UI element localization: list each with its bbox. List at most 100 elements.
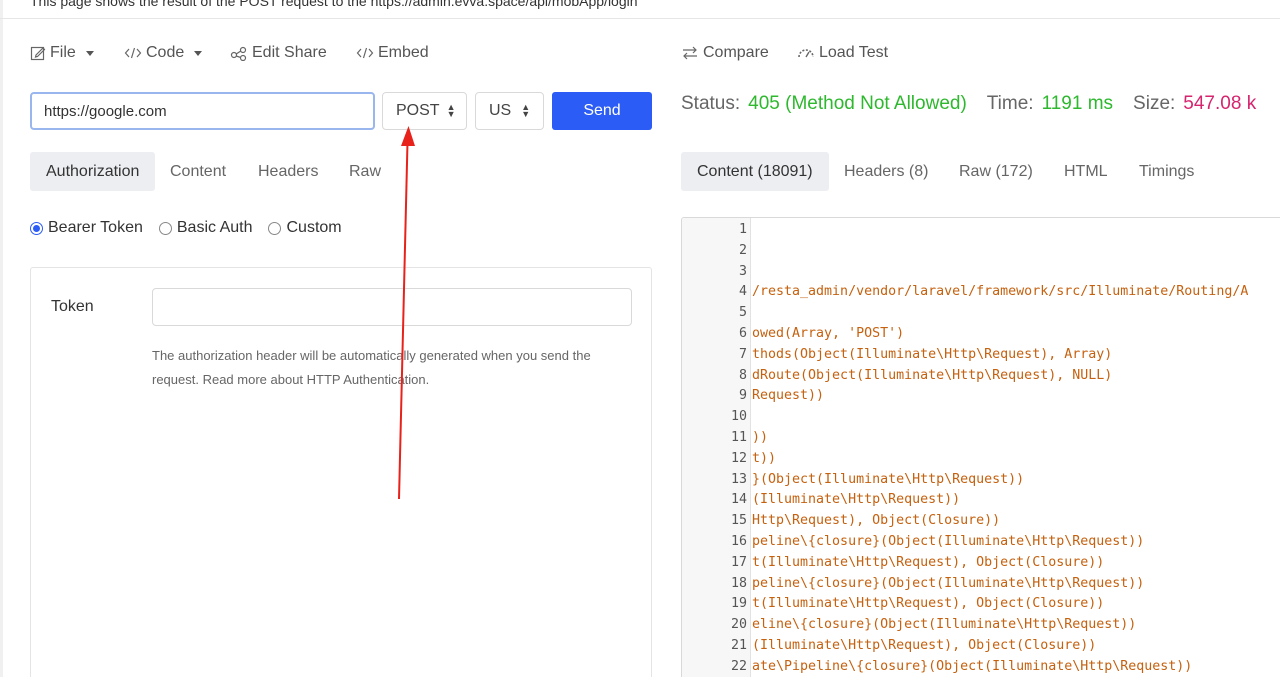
response-code-viewer[interactable]: 1 2 3 4/resta_admin/vendor/laravel/framewor… (681, 217, 1280, 677)
code-line-text: peline\{closure}(Object(Illuminate\Http\… (752, 534, 1145, 549)
line-number: 18 (730, 575, 747, 591)
line-number: 6 (738, 326, 747, 341)
tab-raw[interactable]: Raw (349, 152, 381, 191)
edit-share-label: Edit Share (252, 44, 327, 61)
compare-arrows-icon (683, 46, 697, 60)
line-number: 19 (730, 596, 747, 612)
code-line-text: /resta_admin/vendor/laravel/framework/sr… (752, 284, 1249, 300)
speedometer-icon (798, 49, 814, 58)
auth-type-radio-group: Bearer Token Basic Auth Custom (30, 219, 358, 237)
top-divider (0, 18, 1280, 19)
sort-arrows-icon: ▲ ▼ (446, 102, 456, 119)
code-line-text: Request)) (752, 388, 825, 404)
line-number: 7 (738, 346, 747, 362)
embed-button[interactable]: Embed (356, 44, 429, 62)
time-label: Time: (986, 93, 1034, 114)
code-line: 4/resta_admin/vendor/laravel/framework/s… (682, 284, 1248, 305)
radio-custom[interactable] (268, 221, 282, 235)
code-line-text: }(Object(Illuminate\Http\Request)) (752, 471, 1025, 487)
code-line: 11)) (682, 430, 768, 451)
code-line-text: Http\Request), Object(Closure)) (752, 513, 1001, 529)
code-line-text: ate\Pipeline\{closure}(Object(Illuminate… (752, 658, 1193, 674)
tab-response-raw[interactable]: Raw (172) (959, 152, 1033, 191)
tab-content[interactable]: Content (170, 152, 226, 191)
code-menu-label: Code (146, 44, 185, 61)
code-icon (356, 47, 374, 59)
code-line: 2 (682, 243, 752, 264)
edit-share-button[interactable]: Edit Share (230, 44, 327, 62)
radio-basic-auth-label[interactable]: Basic Auth (177, 219, 253, 237)
line-number: 12 (730, 450, 747, 466)
method-select[interactable]: POST ▲ ▼ (382, 92, 467, 130)
code-line: 19 t(Illuminate\Http\Request), Object(Clo… (682, 596, 1104, 617)
compare-button[interactable]: Compare (681, 44, 769, 62)
load-test-label: Load Test (819, 44, 889, 61)
radio-custom-label[interactable]: Custom (286, 219, 341, 237)
code-line: 12 t)) (682, 451, 776, 472)
time-value: 1191 ms (1041, 93, 1114, 114)
size-label: Size: (1133, 93, 1176, 114)
code-line: 15 Http\Request), Object(Closure)) (682, 513, 1000, 534)
code-line: 3 (682, 264, 752, 285)
line-number: 17 (730, 554, 747, 570)
auth-help-line-1: The authorization header will be automat… (152, 348, 591, 363)
load-test-button[interactable]: Load Test (797, 44, 888, 62)
send-button[interactable]: Send (552, 92, 652, 130)
code-line: 22 ate\Pipeline\{closure}(Object(Illumina… (682, 659, 1192, 677)
code-line: 17 t(Illuminate\Http\Request), Object(Clo… (682, 555, 1104, 576)
line-number: 2 (738, 242, 747, 258)
status-value: 405 (Method Not Allowed) (748, 93, 967, 114)
code-line: 18 peline\{closure}(Object(Illuminate\Htt… (682, 576, 1144, 597)
tab-response-html[interactable]: HTML (1064, 152, 1108, 191)
code-line-text: )) (752, 430, 769, 445)
line-number: 9 (738, 388, 747, 404)
region-select-value: US (489, 102, 512, 119)
code-line: 5 (682, 305, 752, 326)
line-number: 4 (738, 284, 747, 300)
radio-bearer-token[interactable] (30, 221, 43, 235)
code-line: 10 (682, 409, 752, 430)
code-line-text: (Illuminate\Http\Request)) (752, 492, 961, 508)
region-select[interactable]: US ▲ ▼ (475, 92, 544, 130)
line-number: 14 (730, 492, 747, 508)
line-number: 8 (738, 367, 747, 383)
file-menu-label: File (50, 44, 76, 61)
tab-response-timings[interactable]: Timings (1139, 152, 1194, 191)
code-line: 16 peline\{closure}(Object(Illuminate\Htt… (682, 534, 1144, 555)
line-number: 3 (738, 263, 747, 279)
embed-label: Embed (378, 44, 429, 61)
auth-help-text: The authorization header will be automat… (152, 344, 612, 392)
chevron-down-icon (85, 50, 94, 56)
share-icon (230, 46, 247, 61)
token-input[interactable] (152, 288, 632, 326)
code-line-text: eline\{closure}(Object(Illuminate\Http\R… (752, 617, 1137, 633)
tab-headers[interactable]: Headers (258, 152, 318, 191)
line-number: 15 (730, 513, 747, 529)
tab-response-headers[interactable]: Headers (8) (844, 152, 928, 191)
tab-response-content[interactable]: Content (18091) (681, 152, 829, 191)
tab-authorization[interactable]: Authorization (30, 152, 156, 191)
line-number: 21 (730, 638, 747, 653)
line-number: 10 (730, 409, 747, 425)
code-menu[interactable]: Code (124, 44, 203, 62)
code-line: 20 eline\{closure}(Object(Illuminate\Http… (682, 617, 1136, 638)
line-number: 20 (730, 617, 747, 633)
code-line: 21 (Illuminate\Http\Request), Object(Clos… (682, 638, 1096, 659)
auth-panel: Token The authorization header will be a… (30, 267, 652, 677)
radio-basic-auth[interactable] (158, 221, 172, 235)
line-number: 13 (730, 471, 747, 487)
radio-bearer-token-label[interactable]: Bearer Token (48, 219, 143, 237)
code-line-text: peline\{closure}(Object(Illuminate\Http\… (752, 575, 1145, 591)
url-input[interactable] (30, 92, 375, 130)
line-number: 16 (730, 534, 747, 549)
code-line-text: owed(Array, 'POST') (752, 326, 905, 341)
code-line: 14 (Illuminate\Http\Request)) (682, 492, 960, 513)
file-menu[interactable]: File (30, 44, 94, 62)
code-line-text: (Illuminate\Http\Request), Object(Closur… (752, 638, 1097, 653)
line-number: 11 (730, 430, 747, 445)
file-edit-icon (30, 46, 46, 61)
code-line: 9 Request)) (682, 388, 824, 409)
token-label: Token (51, 298, 94, 315)
status-label: Status: (681, 93, 741, 114)
response-status-bar: Status: 405 (Method Not Allowed) Time: 1… (681, 93, 1256, 115)
